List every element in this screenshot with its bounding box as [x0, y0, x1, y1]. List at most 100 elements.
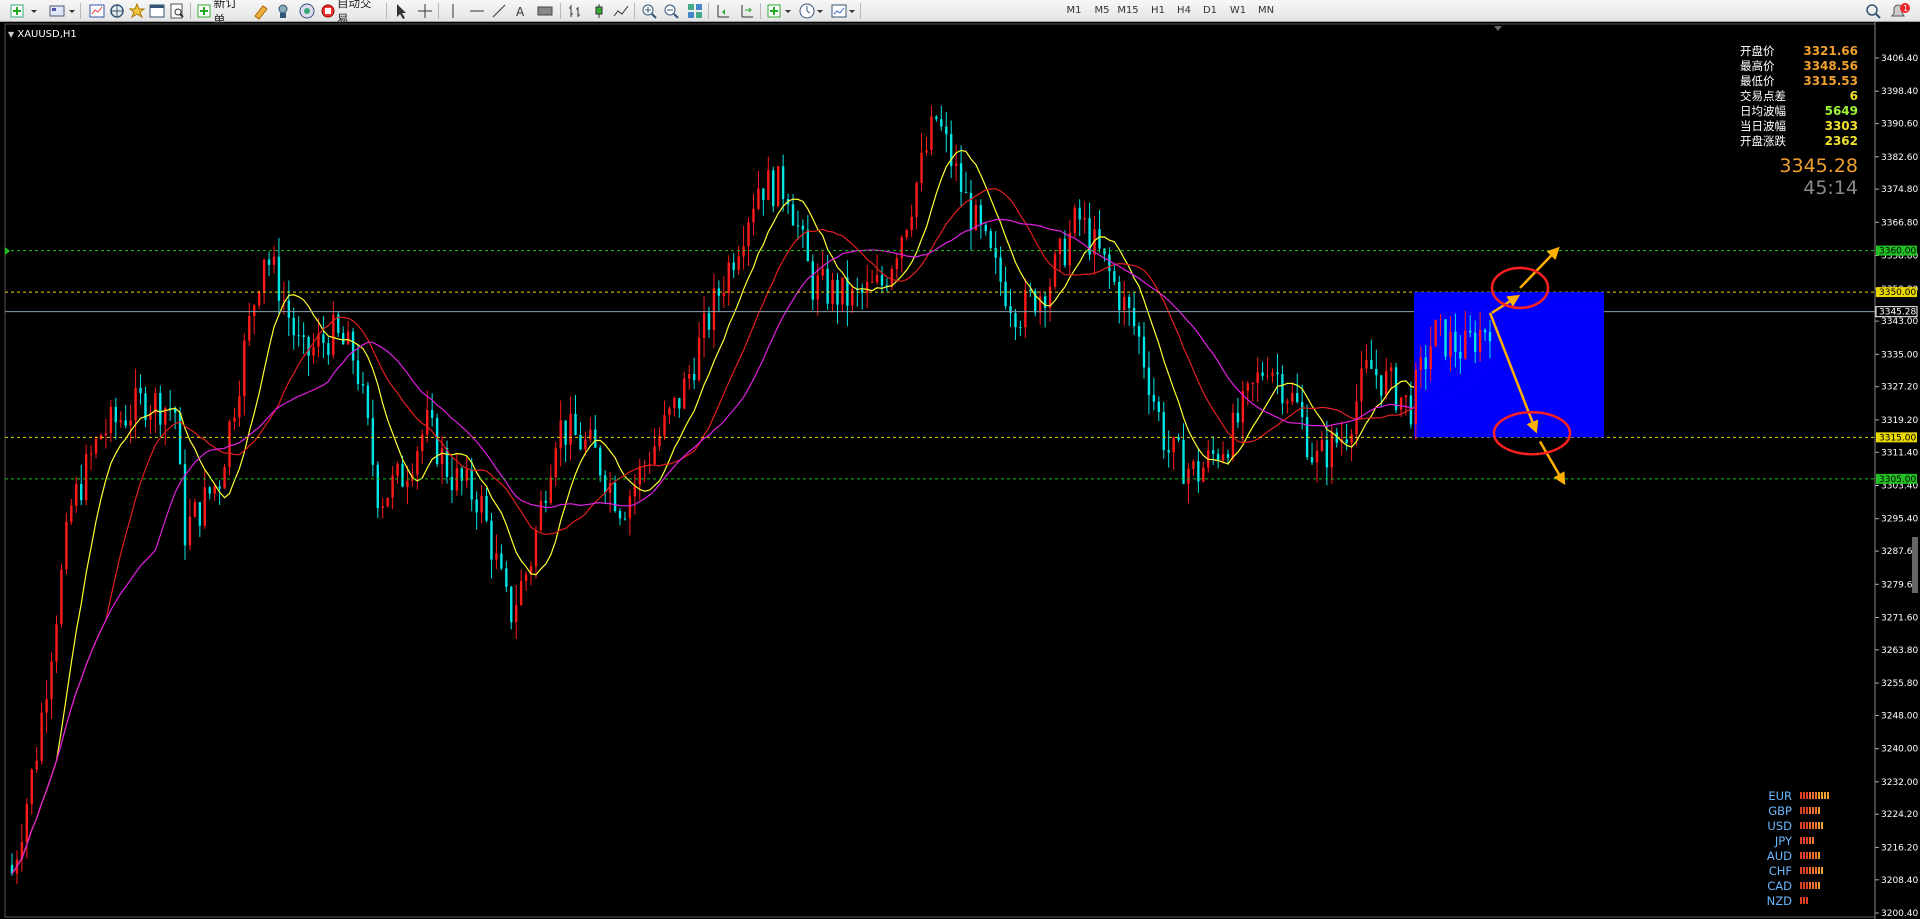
tile-windows-icon[interactable] [686, 2, 704, 20]
candle-bearish [1162, 411, 1165, 451]
timeframe-w1[interactable]: W1 [1226, 3, 1250, 19]
candle-bullish [1355, 401, 1358, 435]
search-icon[interactable] [1864, 2, 1882, 20]
navigator-icon[interactable] [108, 2, 126, 20]
candle-bullish [109, 406, 113, 434]
indicators-icon[interactable] [766, 2, 784, 20]
metaeditor-icon[interactable] [252, 2, 270, 20]
candle-bearish [1108, 254, 1111, 272]
info-label: 日均波幅 [1740, 104, 1786, 118]
notifications-icon[interactable]: 1 [1888, 2, 1910, 20]
timeframe-m1[interactable]: M1 [1062, 3, 1086, 19]
timeframe-m15[interactable]: M15 [1116, 3, 1140, 19]
candle-bearish [994, 247, 997, 258]
line-chart-icon[interactable] [612, 2, 630, 20]
price-chart[interactable]: 3406.40 3398.40 3390.60 3382.60 3374.80 3366.… [0, 22, 1920, 919]
candle-bearish [678, 397, 681, 409]
candle-bearish [707, 313, 711, 330]
candle-bullish [50, 661, 53, 700]
svg-text:A: A [516, 5, 525, 19]
candle-bearish [1469, 330, 1472, 333]
candle-bearish [1078, 207, 1081, 220]
signals-icon[interactable] [274, 2, 292, 20]
timeframe-d1[interactable]: D1 [1198, 3, 1222, 19]
candle-bearish [1310, 457, 1314, 463]
info-label: 最低价 [1740, 74, 1775, 88]
candle-bullish [515, 605, 518, 623]
timeframe-mn[interactable]: MN [1254, 3, 1278, 19]
crosshair-icon[interactable] [416, 2, 434, 20]
templates-icon[interactable] [830, 2, 848, 20]
candlestick-icon[interactable] [590, 2, 608, 20]
zoom-out-icon[interactable] [662, 2, 680, 20]
candle-bullish [905, 230, 908, 238]
timeframe-m5[interactable]: M5 [1090, 3, 1114, 19]
candle-bullish [1231, 412, 1235, 458]
dropdown-arrow-icon[interactable] [848, 2, 866, 20]
candle-bearish [297, 335, 300, 337]
info-row: 当日波幅 3303 [1740, 119, 1858, 134]
periods-icon[interactable] [798, 2, 816, 20]
candle-bullish [1053, 254, 1057, 287]
candle-bullish [480, 495, 483, 513]
chart-shift-icon[interactable] [714, 2, 732, 20]
candle-bearish [218, 486, 221, 489]
autoscroll-icon[interactable] [738, 2, 756, 20]
auto-trading-button[interactable]: 自动交易 [320, 0, 380, 26]
candle-bearish [1167, 450, 1170, 453]
dropdown-arrow-icon[interactable] [30, 2, 48, 20]
currency-code: CHF [1768, 863, 1792, 878]
candle-bearish [1157, 401, 1161, 412]
zoom-in-icon[interactable] [640, 2, 658, 20]
candle-bullish [767, 170, 770, 201]
label-tool-icon[interactable] [536, 2, 554, 20]
new-chart-icon[interactable] [8, 2, 26, 20]
plot-area [4, 23, 1876, 918]
candle-bearish [599, 447, 602, 476]
candle-bearish [979, 204, 983, 225]
candle-bearish [327, 343, 330, 356]
candle-bullish [248, 316, 251, 341]
profiles-icon[interactable] [48, 2, 66, 20]
new-order-button[interactable]: 新订单 [196, 0, 248, 27]
vertical-line-icon[interactable] [444, 2, 462, 20]
terminal-icon[interactable] [148, 2, 166, 20]
candle-bullish [1172, 437, 1175, 453]
candle-bearish [1182, 439, 1185, 484]
candle-bearish [623, 518, 627, 520]
market-watch-icon[interactable] [88, 2, 106, 20]
price-tick-label: 3327.20 [1881, 383, 1918, 393]
candle-bullish [1123, 296, 1126, 311]
candle-bearish [796, 225, 800, 227]
text-tool-icon[interactable]: A [512, 2, 530, 20]
candle-bearish [1296, 393, 1299, 402]
candle-bullish [1083, 218, 1086, 220]
candle-bullish [895, 258, 899, 270]
cursor-icon[interactable] [392, 2, 410, 20]
strength-row-gbp: GBP [1760, 803, 1870, 818]
timeframe-h4[interactable]: H4 [1172, 3, 1196, 19]
market-icon[interactable] [298, 2, 316, 20]
dropdown-arrow-icon[interactable] [68, 2, 86, 20]
favorites-icon[interactable] [128, 2, 146, 20]
candle-bullish [1429, 346, 1432, 370]
auto-trading-icon [321, 4, 335, 18]
candle-bullish [776, 166, 780, 207]
candle-bullish [60, 569, 63, 625]
candle-bullish [747, 222, 750, 247]
bar-chart-icon[interactable] [566, 2, 584, 20]
candle-bullish [1414, 370, 1418, 425]
trendline-icon[interactable] [490, 2, 508, 20]
timeframe-h1[interactable]: H1 [1146, 3, 1170, 19]
candle-bearish [371, 418, 375, 465]
candle-bearish [945, 126, 948, 135]
horizontal-line-icon[interactable] [468, 2, 486, 20]
candle-bullish [243, 340, 246, 397]
candle-bullish [1256, 372, 1259, 384]
candle-bullish [1291, 393, 1294, 402]
candle-bearish [1137, 326, 1141, 337]
strategy-tester-icon[interactable] [168, 2, 186, 20]
candle-bearish [1132, 308, 1136, 327]
separator [560, 3, 561, 19]
candle-bullish [396, 463, 399, 476]
